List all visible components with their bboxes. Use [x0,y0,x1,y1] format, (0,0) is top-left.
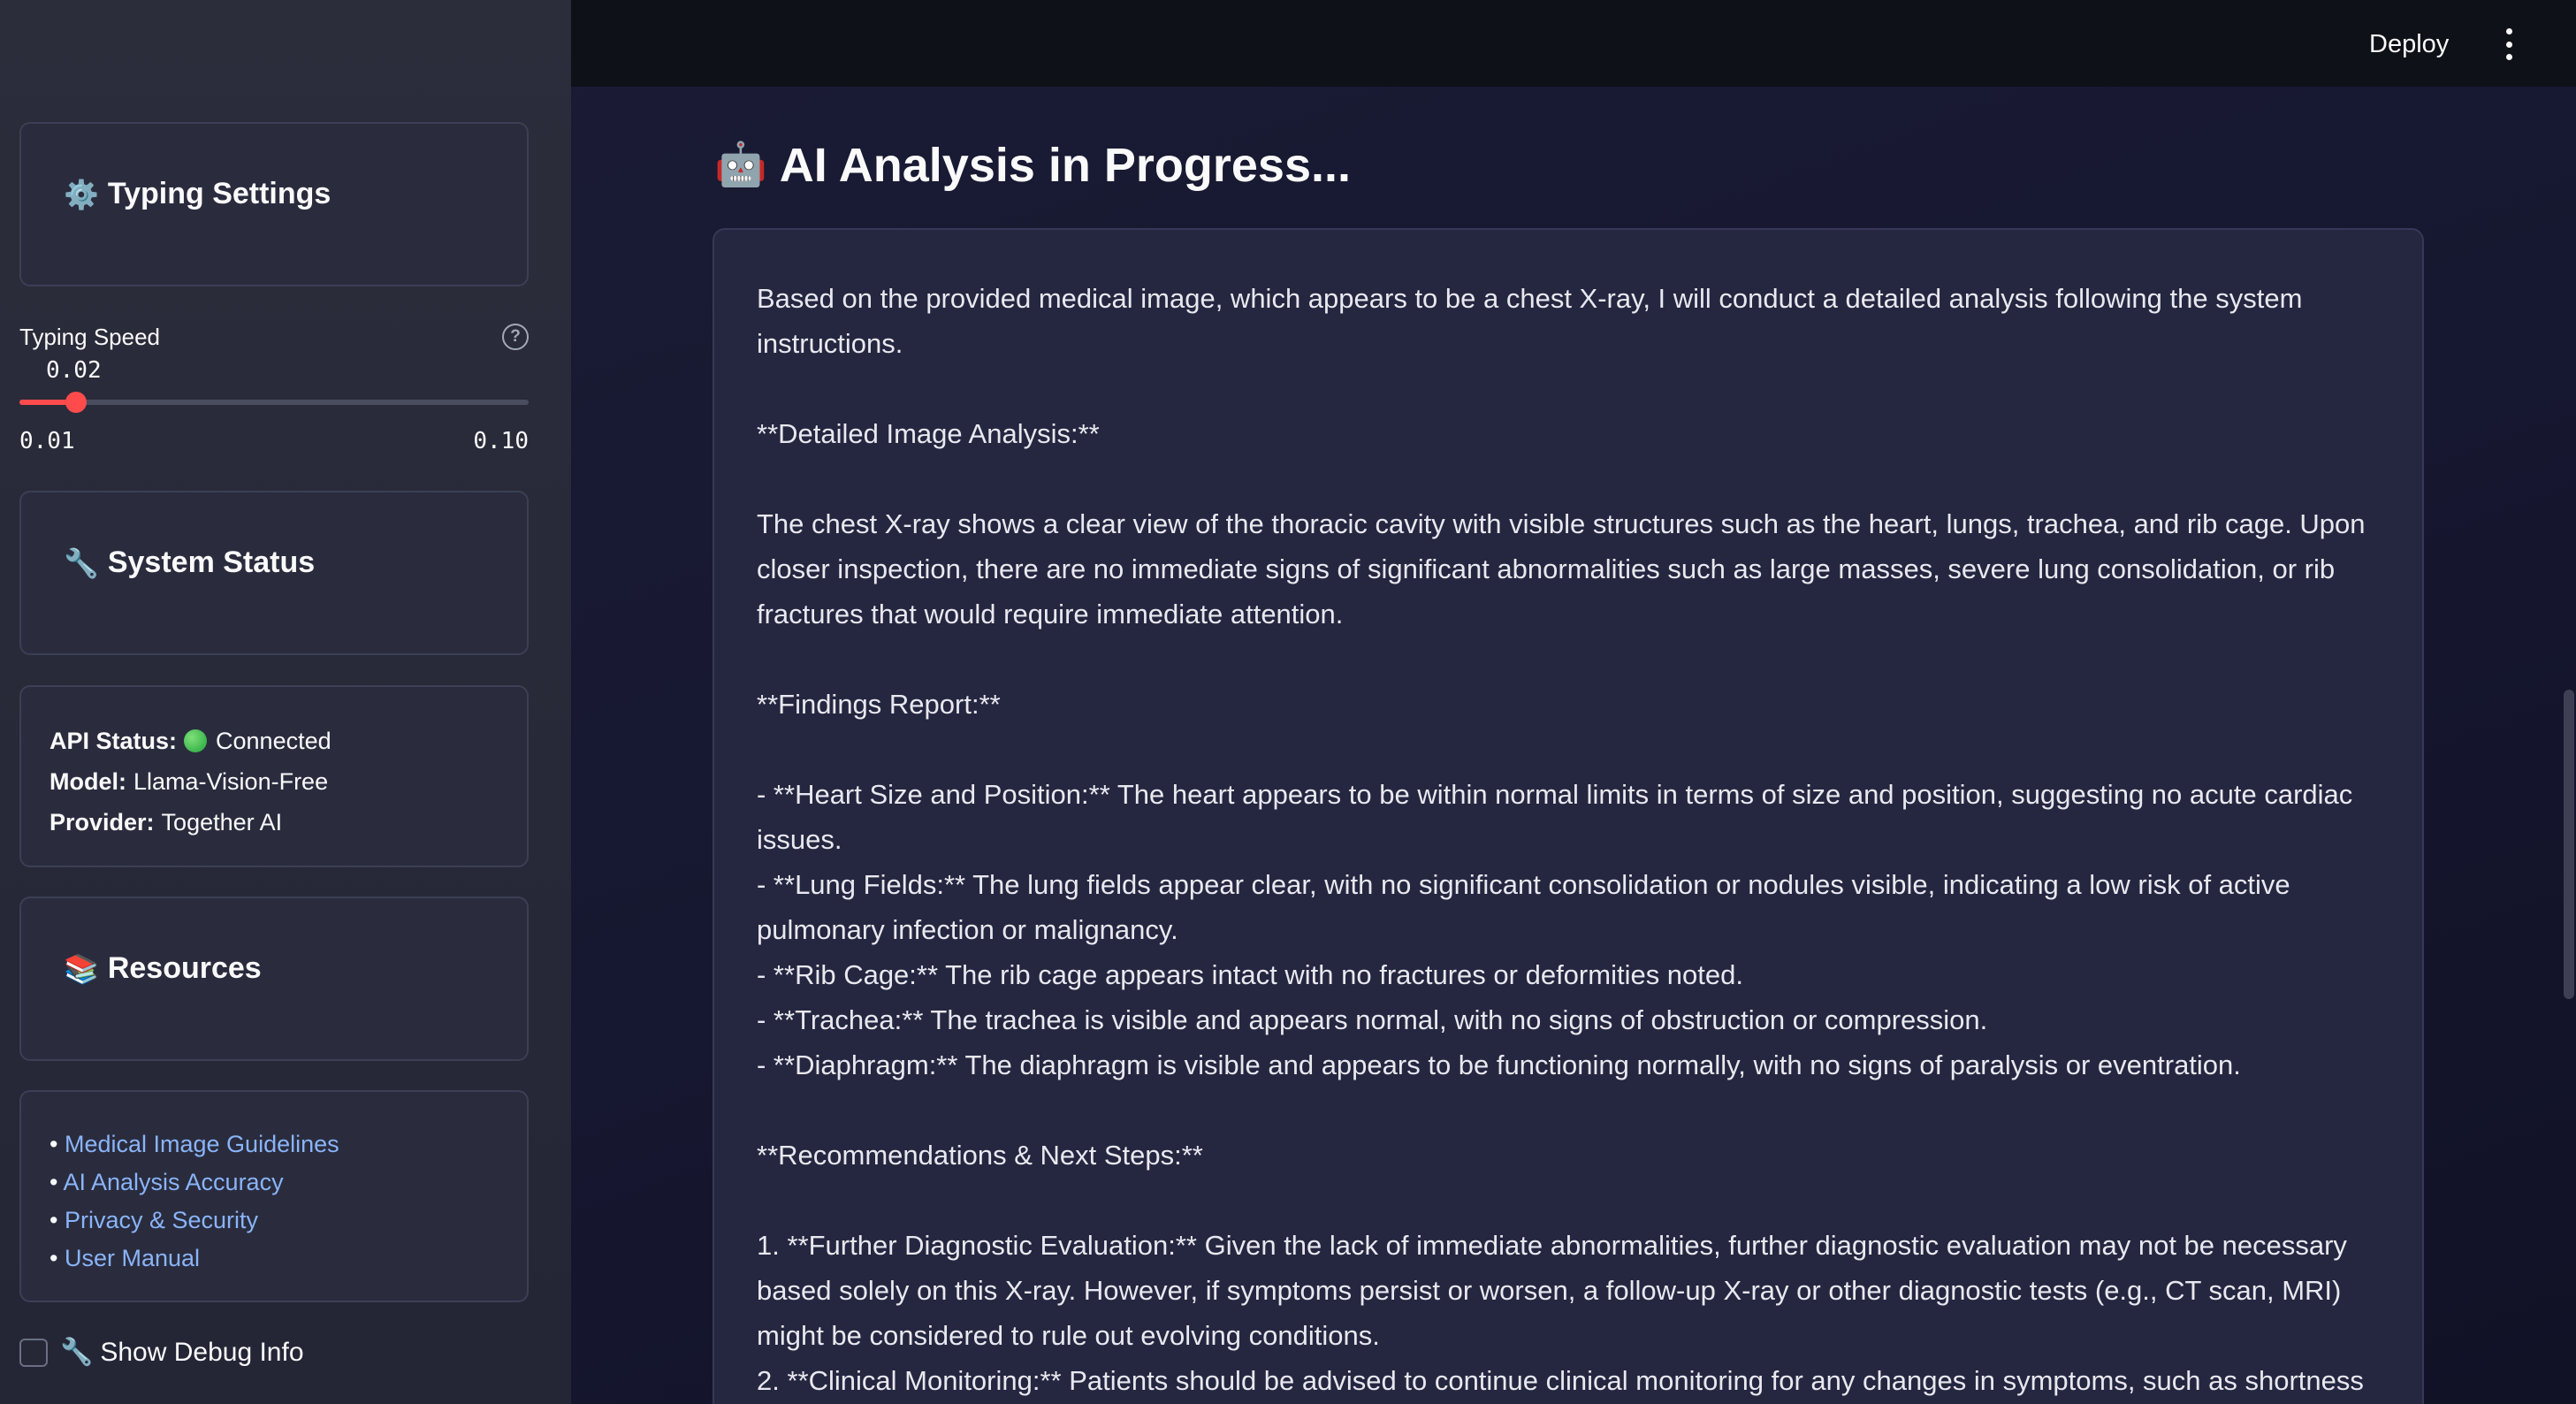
link-user-manual[interactable]: User Manual [65,1245,200,1271]
bullet: • [50,1207,58,1233]
link-medical-image-guidelines[interactable]: Medical Image Guidelines [65,1131,339,1157]
analysis-line: - **Heart Size and Position:** The heart… [757,779,2353,855]
bullet: • [50,1169,58,1195]
robot-icon: 🤖 [714,141,767,188]
system-status-title: System Status [107,546,316,579]
link-privacy-security[interactable]: Privacy & Security [65,1207,258,1233]
show-debug-toggle[interactable]: 🔧 Show Debug Info [19,1337,304,1368]
typing-speed-slider[interactable] [19,392,529,413]
analysis-line: **Recommendations & Next Steps:** [757,1140,1203,1171]
analysis-line: **Findings Report:** [757,689,1001,720]
slider-max-label: 0.10 [473,428,529,454]
wrench-icon: 🔧 [60,1338,94,1367]
resources-title: Resources [107,951,262,985]
api-status-label: API Status: [50,728,178,754]
list-item: • AI Analysis Accuracy [50,1164,499,1202]
provider-value: Together AI [161,809,283,836]
app: ⚙️ Typing Settings Typing Speed ? 0.02 0… [0,0,2576,1404]
top-bar: Deploy [571,0,2576,87]
analysis-line: The chest X-ray shows a clear view of th… [757,508,2366,630]
typing-speed-value: 0.02 [46,357,102,384]
typing-settings-card: ⚙️ Typing Settings [19,122,529,286]
deploy-button[interactable]: Deploy [2369,25,2449,64]
green-circle-icon [184,729,208,752]
analysis-line: **Detailed Image Analysis:** [757,418,1100,449]
books-icon: 📚 [64,952,99,985]
system-status-header: 🔧 System Status [64,546,315,580]
bullet: • [50,1131,58,1157]
model-value: Llama-Vision-Free [133,768,329,795]
kebab-dot [2505,28,2512,34]
analysis-line: - **Diaphragm:** The diaphragm is visibl… [757,1049,2241,1080]
sidebar: ⚙️ Typing Settings Typing Speed ? 0.02 0… [0,0,571,1404]
wrench-icon: 🔧 [64,546,99,579]
list-item: • User Manual [50,1240,499,1278]
system-status-card: 🔧 System Status [19,491,529,655]
resource-links-card: • Medical Image Guidelines • AI Analysis… [19,1090,529,1302]
bullet: • [50,1245,58,1271]
show-debug-checkbox[interactable] [19,1338,48,1367]
analysis-line: 2. **Clinical Monitoring:** Patients sho… [757,1365,2364,1396]
list-item: • Medical Image Guidelines [50,1125,499,1164]
api-status-line: API Status: Connected [50,721,499,761]
analysis-line: - **Trachea:** The trachea is visible an… [757,1004,1988,1035]
typing-speed-slider-group: Typing Speed ? 0.02 0.01 0.10 [19,318,529,460]
resources-header: 📚 Resources [64,951,262,986]
resources-card: 📚 Resources [19,897,529,1061]
analysis-line: - **Rib Cage:** The rib cage appears int… [757,959,1743,990]
typing-settings-title: Typing Settings [107,177,332,210]
analysis-line: Based on the provided medical image, whi… [757,283,2303,359]
scrollbar[interactable] [2564,690,2574,999]
kebab-dot [2505,54,2512,60]
provider-line: Provider: Together AI [50,802,499,843]
kebab-dot [2505,41,2512,48]
analysis-line: - **Lung Fields:** The lung fields appea… [757,869,2290,945]
model-line: Model: Llama-Vision-Free [50,761,499,802]
slider-thumb[interactable] [65,392,87,413]
slider-min-label: 0.01 [19,428,75,454]
main-content: Deploy 🤖 AI Analysis in Progress... Base… [571,0,2576,1404]
show-debug-label: 🔧 Show Debug Info [60,1337,304,1368]
status-info-card: API Status: Connected Model: Llama-Visio… [19,685,529,867]
page-title: 🤖 AI Analysis in Progress... [714,138,1351,193]
page-title-text: AI Analysis in Progress... [779,139,1351,192]
more-menu-icon[interactable] [2500,28,2518,60]
model-label: Model: [50,768,126,795]
typing-settings-header: ⚙️ Typing Settings [64,177,331,211]
api-status-value: Connected [216,728,332,754]
link-ai-analysis-accuracy[interactable]: AI Analysis Accuracy [63,1169,283,1195]
help-icon[interactable]: ? [502,324,529,350]
analysis-line: 1. **Further Diagnostic Evaluation:** Gi… [757,1230,2347,1351]
analysis-output: Based on the provided medical image, whi… [713,228,2424,1404]
typing-speed-label: Typing Speed [19,324,161,350]
gear-icon: ⚙️ [64,178,99,210]
show-debug-text: Show Debug Info [100,1337,304,1367]
provider-label: Provider: [50,809,155,836]
list-item: • Privacy & Security [50,1202,499,1240]
